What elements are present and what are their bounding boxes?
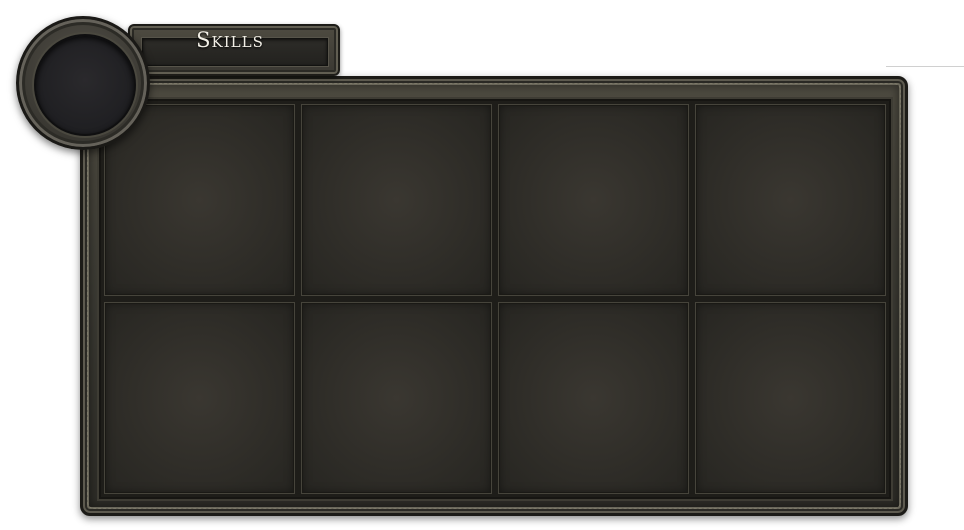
skill-slot-4[interactable] [695, 104, 886, 296]
empty-portrait-socket-icon[interactable] [34, 34, 136, 136]
title-plate: Skills [128, 24, 340, 76]
skill-slot-1[interactable] [104, 104, 295, 296]
skills-window: Skills [0, 0, 964, 530]
window-title: Skills [196, 28, 264, 52]
skill-slot-2[interactable] [301, 104, 492, 296]
skill-slot-6[interactable] [301, 302, 492, 494]
skills-panel-frame [80, 76, 908, 516]
portrait-medallion [16, 16, 150, 150]
skill-slot-5[interactable] [104, 302, 295, 494]
skill-slot-7[interactable] [498, 302, 689, 494]
divider-line [886, 66, 964, 67]
skill-slot-grid [99, 99, 891, 499]
skill-slot-8[interactable] [695, 302, 886, 494]
skill-slot-3[interactable] [498, 104, 689, 296]
